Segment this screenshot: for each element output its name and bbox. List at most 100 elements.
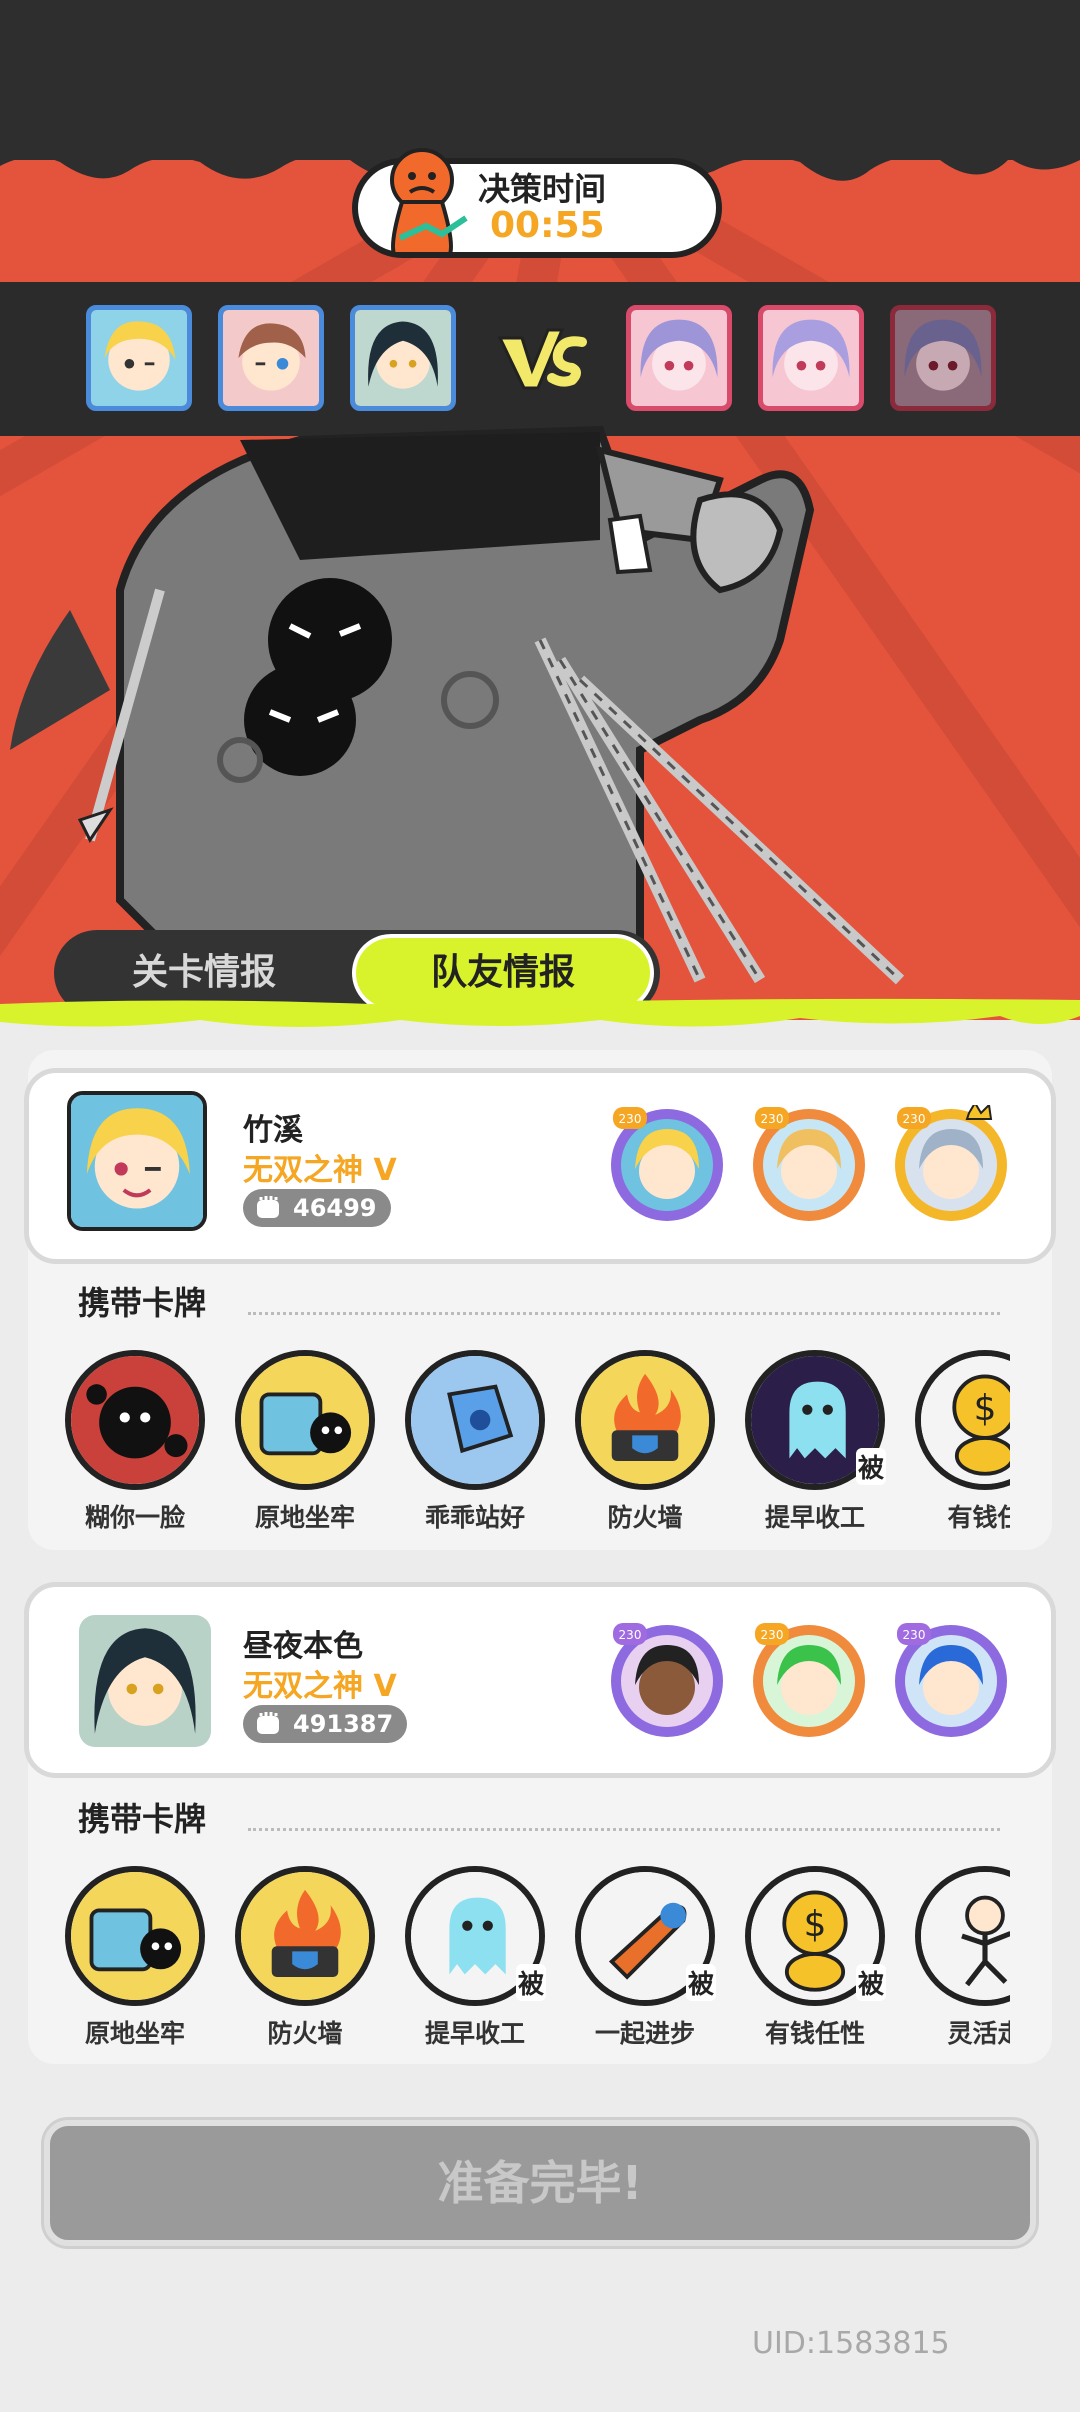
player-1-hero-2[interactable]: 230 xyxy=(749,1105,869,1225)
dark-hair-hero-portrait-icon xyxy=(355,310,451,406)
card-icon-frame xyxy=(65,1866,205,2006)
fist-icon xyxy=(257,1712,279,1734)
passive-badge: 被 xyxy=(855,1448,886,1485)
dotted-divider xyxy=(248,1312,1000,1315)
skill-card[interactable]: 灵活走 xyxy=(910,1866,1010,2050)
countdown-value: 00:55 xyxy=(490,205,605,246)
ice-cube-card-icon xyxy=(411,1356,539,1484)
avatar[interactable] xyxy=(79,1615,211,1747)
worried-mascot-icon xyxy=(390,148,468,256)
card-label: 提早收工 xyxy=(764,1503,865,1532)
player-1-card: 竹溪 无双之神 V 46499 230 230 230 xyxy=(24,1068,1056,1264)
ink-splat-card-icon xyxy=(71,1356,199,1484)
blonde-hero-icon: 230 xyxy=(611,1107,723,1221)
user-id-label: UID:1583815 xyxy=(752,2326,950,2361)
dark-lavender-boss-portrait-icon xyxy=(895,310,991,406)
hero-level-label: 230 xyxy=(761,1628,784,1642)
dotted-divider xyxy=(248,1828,1000,1831)
ally-hero-2[interactable] xyxy=(218,305,324,411)
enemy-boss-1[interactable] xyxy=(626,305,732,411)
blonde-hero-portrait-icon xyxy=(91,310,187,406)
dark-skin-hero-icon: 230 xyxy=(611,1623,723,1737)
card-label: 有钱任 xyxy=(947,1503,1010,1532)
skill-card[interactable]: 防火墙 xyxy=(230,1866,380,2050)
skill-card[interactable]: 糊你一脸 xyxy=(60,1350,210,1534)
carried-cards-title: 携带卡牌 xyxy=(78,1284,207,1322)
hero-level-label: 230 xyxy=(903,1112,926,1126)
card-icon-frame xyxy=(575,1350,715,1490)
firewall-card-icon xyxy=(581,1356,709,1484)
player-1-hero-3[interactable]: 230 xyxy=(891,1105,1011,1225)
skill-card[interactable]: 原地坐牢 xyxy=(230,1350,380,1534)
player-2-card: 昼夜本色 无双之神 V 491387 230 230 230 xyxy=(24,1582,1056,1778)
skill-card[interactable]: 被 一起进步 xyxy=(570,1866,720,2050)
lavender-hair-boss-portrait-icon-2 xyxy=(763,310,859,406)
player-name: 竹溪 xyxy=(243,1113,303,1148)
skill-card[interactable]: 被 提早收工 xyxy=(400,1866,550,2050)
card-label: 原地坐牢 xyxy=(84,2019,185,2048)
avatar[interactable] xyxy=(67,1091,207,1231)
carried-cards-title: 携带卡牌 xyxy=(78,1800,207,1838)
card-label: 一起进步 xyxy=(594,2019,695,2048)
card-label: 乖乖站好 xyxy=(424,1503,525,1532)
card-label: 灵活走 xyxy=(947,2019,1010,2048)
card-label: 原地坐牢 xyxy=(254,1503,355,1532)
lavender-hair-boss-portrait-icon xyxy=(631,310,727,406)
combat-power: 491387 xyxy=(243,1705,408,1743)
skill-card[interactable]: $ 有钱任 xyxy=(910,1350,1010,1534)
ally-hero-3[interactable] xyxy=(350,305,456,411)
card-label: 糊你一脸 xyxy=(84,1503,185,1532)
hero-level-label: 230 xyxy=(619,1112,642,1126)
card-icon-frame xyxy=(405,1350,545,1490)
combat-power-value: 46499 xyxy=(293,1194,377,1222)
player-title: 无双之神 V xyxy=(243,1153,397,1188)
silver-hair-hero-icon: 230 xyxy=(895,1105,1007,1221)
sit-in-jail-card-icon xyxy=(241,1356,369,1484)
skill-card[interactable]: 原地坐牢 xyxy=(60,1866,210,2050)
passive-badge: 被 xyxy=(515,1964,546,2001)
card-label: 有钱任性 xyxy=(764,2019,865,2048)
gold-coin-card-icon: $ xyxy=(921,1356,1010,1484)
sit-in-jail-card-icon xyxy=(71,1872,199,2000)
skill-card[interactable]: 乖乖站好 xyxy=(400,1350,550,1534)
orange-hair-hero-icon: 230 xyxy=(753,1107,865,1221)
ally-hero-1[interactable] xyxy=(86,305,192,411)
player-1-hero-1[interactable]: 230 xyxy=(607,1105,727,1225)
enemy-boss-3[interactable] xyxy=(890,305,996,411)
player-2-card-row: 原地坐牢 防火墙 被 提早收工 被 一起进步 $ 被 有钱任性 灵活走 xyxy=(60,1866,1010,2066)
hero-level-label: 230 xyxy=(903,1628,926,1642)
card-icon-frame xyxy=(915,1866,1010,2006)
card-icon-frame xyxy=(235,1350,375,1490)
green-hair-hero-icon: 230 xyxy=(753,1623,865,1737)
player-title: 无双之神 V xyxy=(243,1669,397,1704)
enemy-boss-2[interactable] xyxy=(758,305,864,411)
card-icon-frame: $ xyxy=(915,1350,1010,1490)
combat-power-value: 491387 xyxy=(293,1710,394,1738)
player-2-hero-1[interactable]: 230 xyxy=(607,1621,727,1741)
hero-level-label: 230 xyxy=(619,1628,642,1642)
player-1-card-row: 糊你一脸 原地坐牢 乖乖站好 防火墙 被 提早收工 $ 有钱任 xyxy=(60,1350,1010,1550)
skill-card[interactable]: $ 被 有钱任性 xyxy=(740,1866,890,2050)
dark-hair-hero-avatar-icon xyxy=(79,1615,211,1747)
hero-level-label: 230 xyxy=(761,1112,784,1126)
skill-card[interactable]: 被 提早收工 xyxy=(740,1350,890,1534)
passive-badge: 被 xyxy=(685,1964,716,2001)
svg-text:$: $ xyxy=(804,1904,827,1945)
brown-hair-hero-portrait-icon xyxy=(223,310,319,406)
card-label: 提早收工 xyxy=(424,2019,525,2048)
firewall-card-icon xyxy=(241,1872,369,2000)
player-2-hero-3[interactable]: 230 xyxy=(891,1621,1011,1741)
decision-time-label: 决策时间 xyxy=(478,170,607,208)
running-figure-card-icon xyxy=(921,1872,1010,2000)
dark-top-band xyxy=(0,0,1080,160)
player-2-hero-2[interactable]: 230 xyxy=(749,1621,869,1741)
skill-card[interactable]: 防火墙 xyxy=(570,1350,720,1534)
blonde-hero-avatar-icon xyxy=(71,1095,203,1227)
player-name: 昼夜本色 xyxy=(243,1629,363,1664)
passive-badge: 被 xyxy=(855,1964,886,2001)
card-label: 防火墙 xyxy=(607,1503,683,1532)
card-label: 防火墙 xyxy=(267,2019,343,2048)
blue-hair-hero-icon: 230 xyxy=(895,1623,1007,1737)
card-icon-frame xyxy=(65,1350,205,1490)
svg-text:$: $ xyxy=(974,1388,997,1429)
